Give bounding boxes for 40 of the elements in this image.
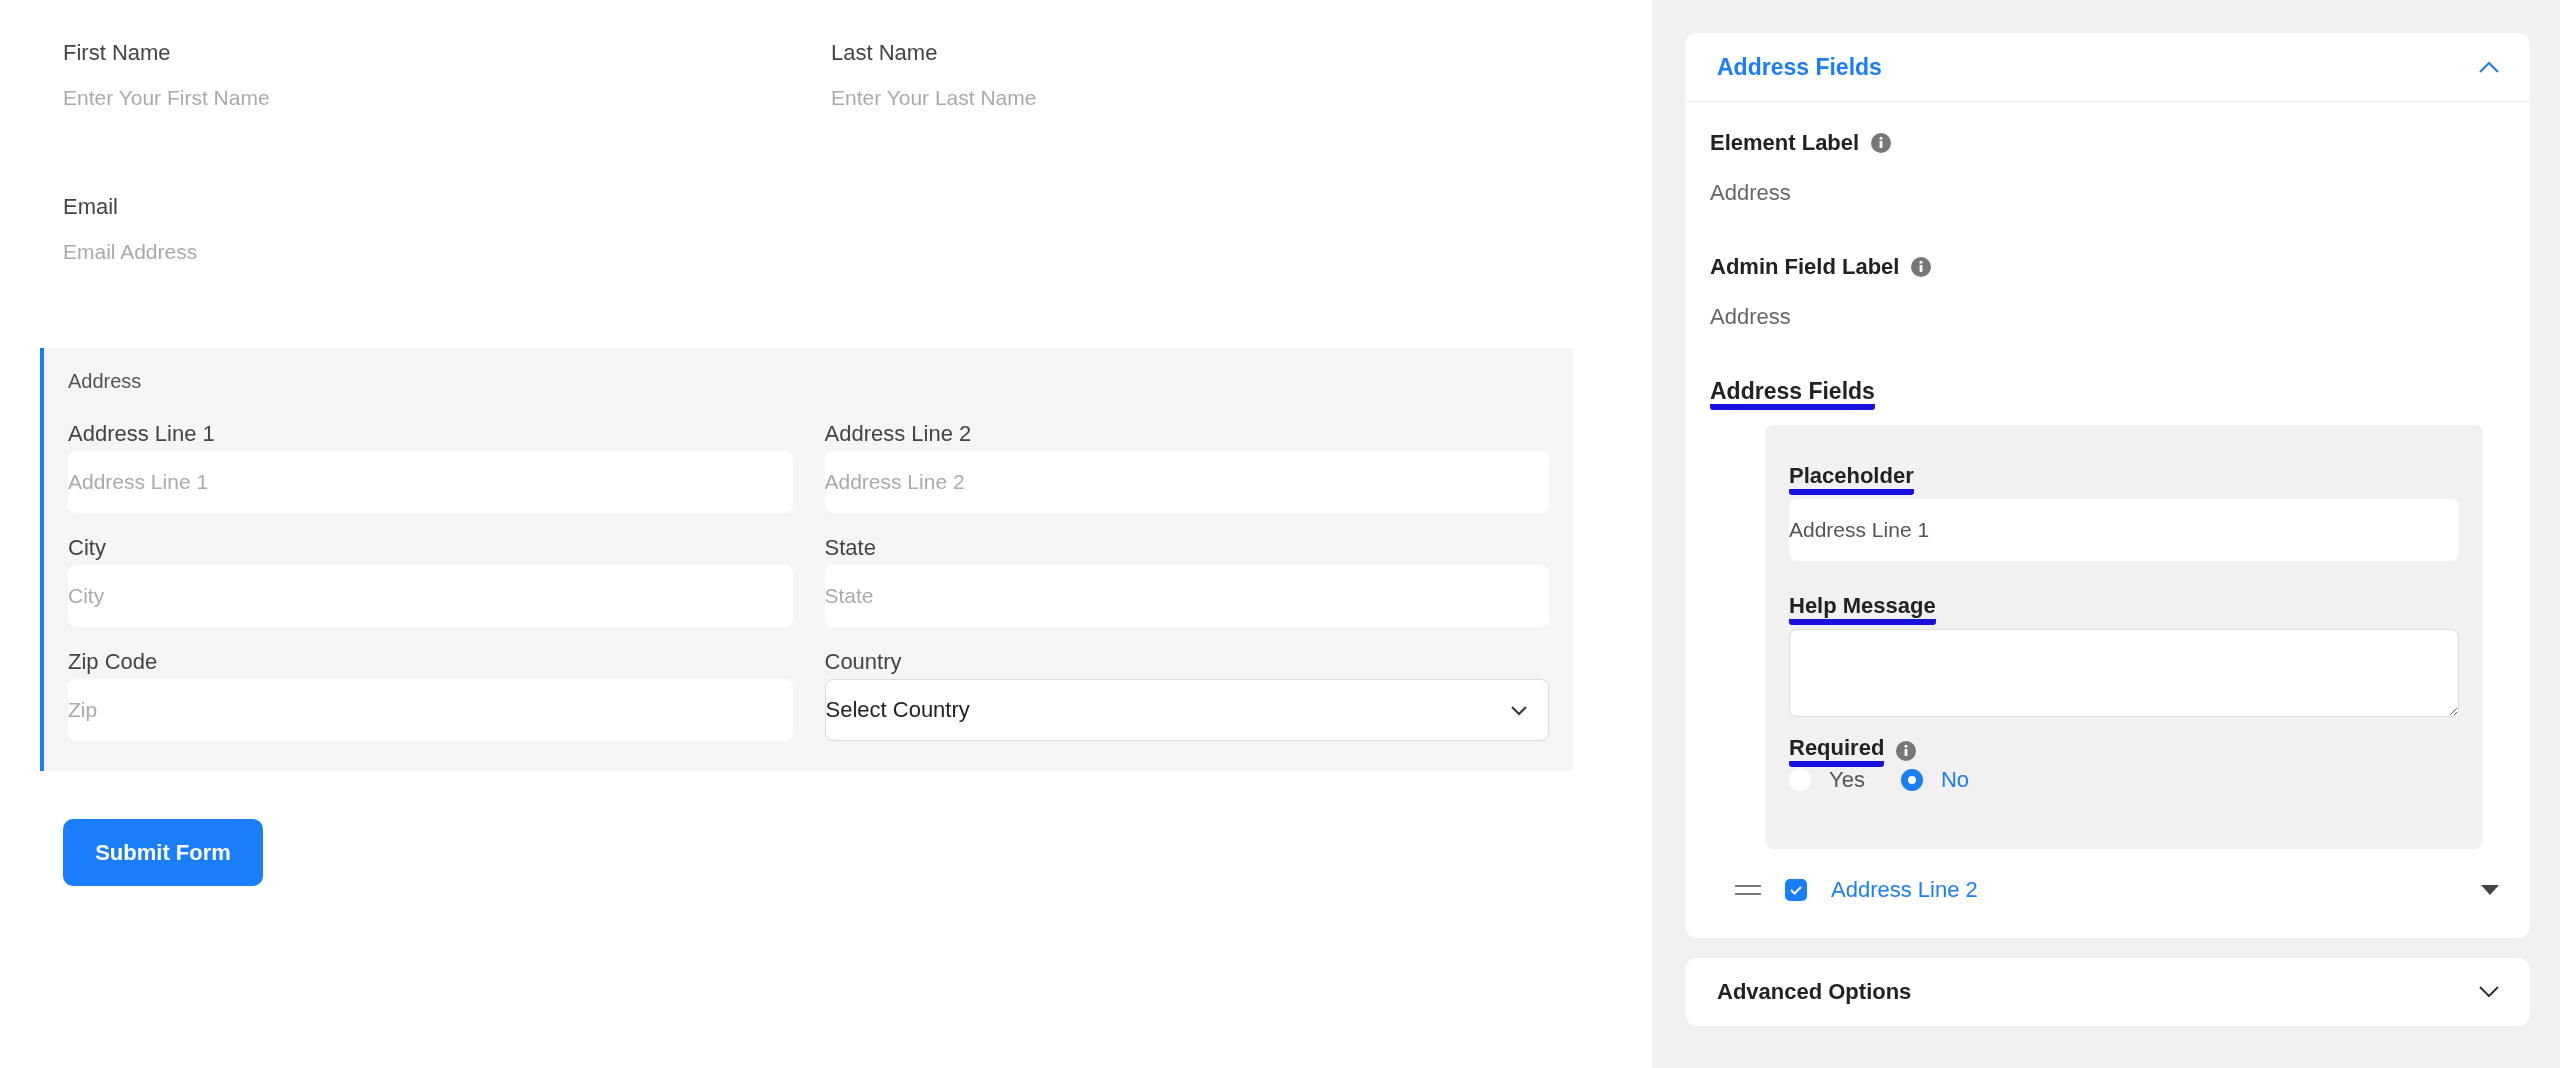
field-label: First Name (63, 40, 172, 66)
info-icon[interactable] (1911, 257, 1932, 277)
setting-label: Required (1789, 735, 1885, 767)
info-icon[interactable] (1871, 133, 1892, 153)
field-label: Last Name (831, 40, 939, 66)
radio-label[interactable]: Yes (1829, 767, 1865, 793)
caret-down-icon[interactable] (2480, 884, 2500, 896)
help-message-field[interactable] (1789, 629, 2459, 717)
section-title: Address Fields (1710, 378, 1875, 410)
input-field[interactable]: City (68, 565, 793, 627)
country-select[interactable]: Select Country (824, 679, 1549, 741)
setting-value: Address (1710, 304, 1792, 330)
input-field[interactable]: State (824, 565, 1549, 627)
setting-value: Address (1710, 180, 1792, 206)
radio-button[interactable] (1900, 769, 1923, 791)
placeholder-input[interactable]: Address Line 1 (1789, 499, 2459, 561)
input-field[interactable]: Address Line 1 (68, 451, 793, 513)
field-label: Address Line 1 (68, 421, 216, 447)
setting-label: Admin Field Label (1710, 254, 1900, 280)
field-label: Zip Code (68, 649, 159, 675)
field-label: State (824, 535, 877, 561)
input-field[interactable]: Address Line 2 (824, 451, 1549, 513)
input-field[interactable]: Zip (68, 679, 793, 741)
checkbox[interactable] (1785, 879, 1807, 901)
panel-title: Advanced Options (1717, 979, 1912, 1005)
chevron-down-icon (1510, 704, 1528, 716)
field-label: City (68, 535, 107, 561)
field-label: Address Line 2 (824, 421, 973, 447)
drag-handle-icon[interactable] (1735, 884, 1761, 896)
panel-header[interactable]: Address Fields (1685, 33, 2530, 102)
field-label: Email (63, 194, 119, 220)
submit-button[interactable]: Submit Form (63, 819, 263, 886)
radio-label[interactable]: No (1940, 767, 1969, 793)
group-title: Address (68, 370, 143, 393)
info-icon[interactable] (1896, 741, 1917, 761)
advanced-options-panel[interactable]: Advanced Options (1685, 958, 2530, 1026)
item-label[interactable]: Address Line 2 (1831, 877, 2456, 903)
field-label: Country (824, 649, 903, 675)
setting-label: Element Label (1710, 130, 1860, 156)
panel-title: Address Fields (1717, 53, 1882, 81)
